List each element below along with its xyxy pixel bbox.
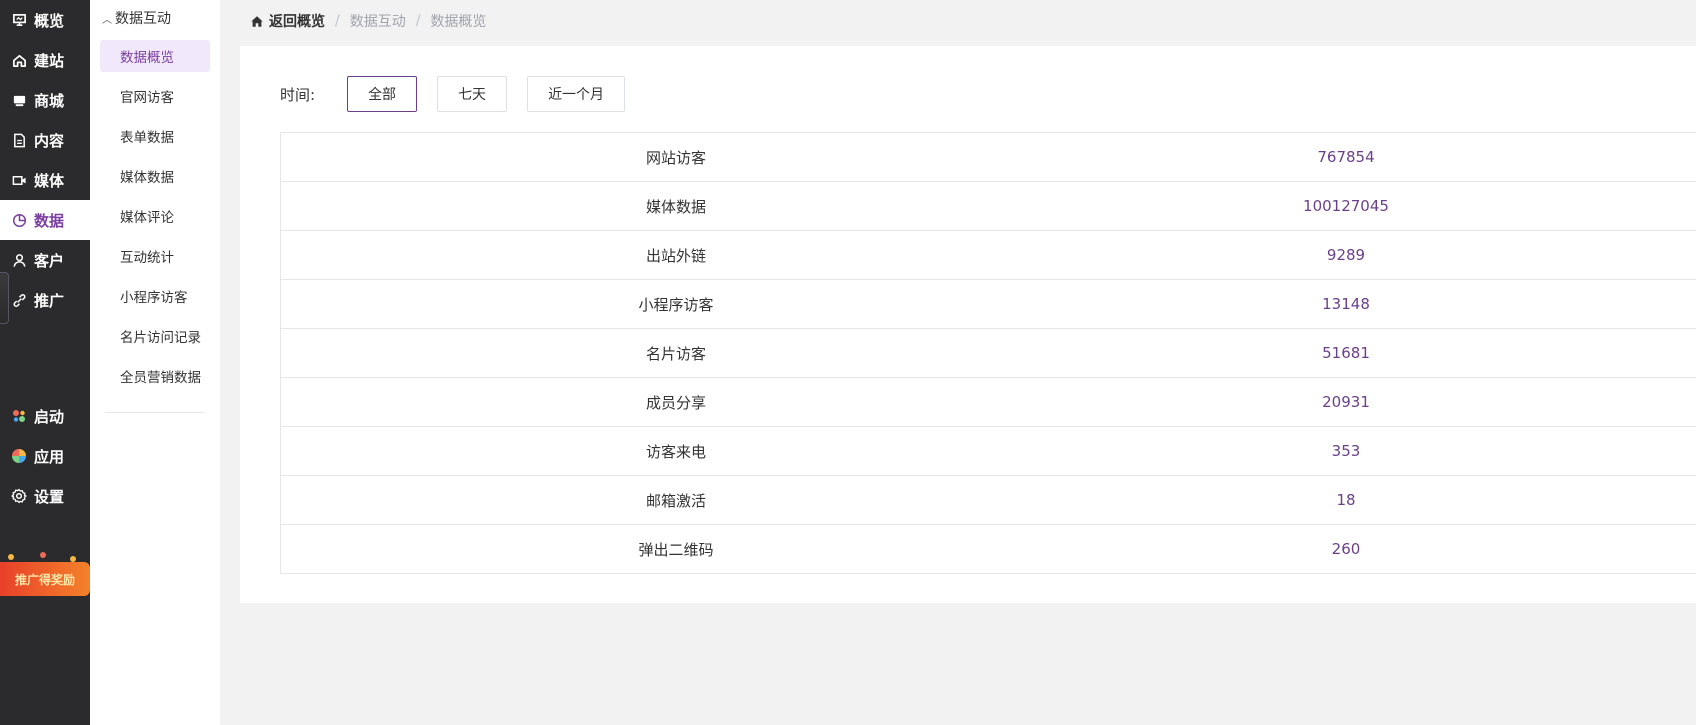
submenu-item-marketing-data[interactable]: 全员营销数据 (90, 356, 220, 396)
stat-label: 邮箱激活 (645, 491, 706, 510)
table-row: 小程序访客 13148 (281, 280, 1696, 329)
nav-item-data[interactable]: 数据 (0, 200, 90, 240)
chevron-up-icon: ︿ (102, 14, 112, 26)
submenu-item-interaction-stats[interactable]: 互动统计 (90, 236, 220, 276)
promo-decoration (40, 552, 46, 558)
nav-item-promote[interactable]: 推广 (0, 280, 90, 320)
chart-pie-icon (11, 212, 27, 228)
nav-item-launch[interactable]: 启动 (0, 396, 90, 436)
submenu-group-header[interactable]: ︿ 数据互动 (90, 0, 220, 36)
nav-item-label: 客户 (34, 251, 65, 270)
submenu-item-form-data[interactable]: 表单数据 (90, 116, 220, 156)
promo-decoration (8, 554, 14, 560)
nav-item-label: 媒体 (34, 171, 65, 190)
stat-label: 媒体数据 (645, 197, 706, 216)
document-icon (11, 132, 27, 148)
nav-item-overview[interactable]: 概览 (0, 0, 90, 40)
nav-top-group: 概览 建站 商城 内容 媒体 数据 客户 推广 (0, 0, 90, 320)
nav-item-label: 设置 (34, 487, 65, 506)
table-row: 成员分享 20931 (281, 378, 1696, 427)
nav-bottom-group: 启动 应用 设置 (0, 396, 90, 516)
stat-label: 访客来电 (645, 442, 706, 461)
submenu-item-media-data[interactable]: 媒体数据 (90, 156, 220, 196)
stat-value: 9289 (1326, 246, 1366, 264)
stat-value: 260 (1331, 540, 1361, 558)
nav-item-content[interactable]: 内容 (0, 120, 90, 160)
breadcrumb-separator: / (415, 13, 421, 29)
stats-table: 网站访客 767854 媒体数据 100127045 出站外链 9289 小程序… (280, 132, 1696, 574)
breadcrumb-item[interactable]: 数据互动 (350, 11, 406, 31)
breadcrumb-item-current: 数据概览 (430, 14, 487, 30)
table-row: 名片访客 51681 (281, 329, 1696, 378)
user-icon (11, 252, 27, 268)
shop-icon (11, 92, 27, 108)
nav-item-customer[interactable]: 客户 (0, 240, 90, 280)
sub-menu: ︿ 数据互动 数据概览 官网访客 表单数据 媒体数据 媒体评论 互动统计 小程序… (90, 0, 220, 725)
submenu-item-card-visit-log[interactable]: 名片访问记录 (90, 316, 220, 356)
nav-item-label: 商城 (34, 91, 65, 110)
promo-banner[interactable]: 推广得奖励 (0, 552, 90, 604)
nav-item-label: 推广 (34, 291, 65, 310)
stat-value: 18 (1336, 491, 1356, 509)
breadcrumb-home[interactable]: 返回概览 (250, 11, 325, 31)
filter-all-button[interactable]: 全部 (347, 76, 418, 112)
stat-label: 弹出二维码 (638, 540, 714, 559)
submenu-item-site-visitors[interactable]: 官网访客 (90, 76, 220, 116)
nav-item-apps[interactable]: 应用 (0, 436, 90, 476)
nav-item-label: 数据 (34, 211, 65, 230)
link-icon (11, 292, 27, 308)
breadcrumb-home-label: 返回概览 (269, 14, 325, 30)
filter-7days-button[interactable]: 七天 (437, 76, 508, 112)
dashboard-icon (11, 12, 27, 28)
submenu-item-media-comments[interactable]: 媒体评论 (90, 196, 220, 236)
home-icon (250, 14, 264, 28)
stat-label: 成员分享 (645, 393, 706, 412)
stat-label: 出站外链 (645, 246, 706, 265)
submenu-group-title: 数据互动 (115, 11, 171, 27)
table-row: 网站访客 767854 (281, 133, 1696, 182)
nav-item-shop[interactable]: 商城 (0, 80, 90, 120)
breadcrumb: 返回概览 / 数据互动 / 数据概览 (250, 10, 486, 32)
table-row: 弹出二维码 260 (281, 525, 1696, 574)
submenu-divider (105, 412, 205, 413)
stat-label: 小程序访客 (638, 295, 714, 314)
nav-item-label: 概览 (34, 11, 65, 30)
stat-label: 网站访客 (645, 148, 706, 167)
stat-value: 100127045 (1303, 197, 1389, 215)
nav-item-build[interactable]: 建站 (0, 40, 90, 80)
time-filter-label: 时间: (280, 85, 316, 104)
submenu-item-data-overview[interactable]: 数据概览 (100, 40, 210, 72)
filter-month-button[interactable]: 近一个月 (527, 76, 626, 112)
nav-item-label: 内容 (34, 131, 65, 150)
stat-value: 767854 (1317, 148, 1375, 166)
apps-icon (11, 448, 27, 464)
side-panel-handle[interactable] (0, 272, 9, 324)
main-nav: 概览 建站 商城 内容 媒体 数据 客户 推广 启动 应用 设置 推广得奖励 (0, 0, 90, 725)
stat-value: 20931 (1322, 393, 1370, 411)
time-filter: 时间: 全部 七天 近一个月 (280, 76, 645, 112)
table-row: 出站外链 9289 (281, 231, 1696, 280)
breadcrumb-separator: / (335, 13, 340, 29)
nav-item-label: 启动 (34, 407, 65, 426)
stat-label: 名片访客 (645, 344, 706, 363)
stat-value: 353 (1331, 442, 1361, 460)
stat-value: 13148 (1322, 295, 1370, 313)
nav-item-settings[interactable]: 设置 (0, 476, 90, 516)
promo-label: 推广得奖励 (0, 562, 90, 596)
gear-icon (11, 488, 27, 504)
nav-item-label: 建站 (34, 51, 65, 70)
stats-card: 时间: 全部 七天 近一个月 网站访客 767854 媒体数据 10012704… (240, 46, 1696, 603)
launch-icon (11, 408, 27, 424)
table-row: 访客来电 353 (281, 427, 1696, 476)
nav-item-media[interactable]: 媒体 (0, 160, 90, 200)
home-icon (11, 52, 27, 68)
table-row: 媒体数据 100127045 (281, 182, 1696, 231)
video-icon (11, 172, 27, 188)
table-row: 邮箱激活 18 (281, 476, 1696, 525)
nav-item-label: 应用 (34, 447, 65, 466)
stat-value: 51681 (1322, 344, 1370, 362)
submenu-item-miniprogram-visitors[interactable]: 小程序访客 (90, 276, 220, 316)
